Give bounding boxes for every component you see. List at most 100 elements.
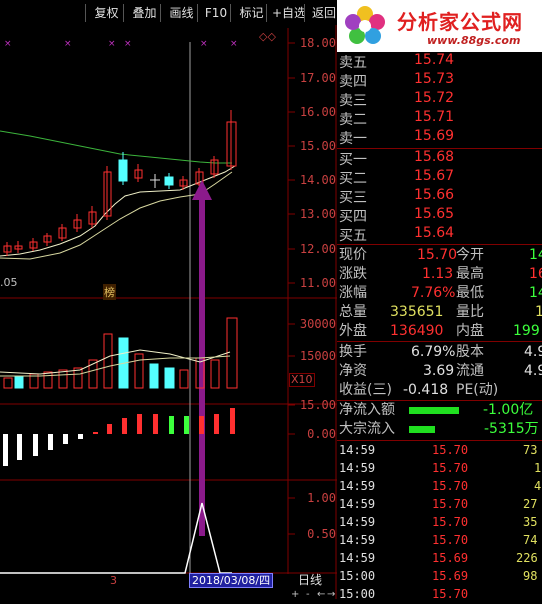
ma-green-line xyxy=(0,130,232,164)
stat-value: -0.418 xyxy=(403,382,449,398)
tick-row: 14:59 15.69 226 xyxy=(337,551,540,568)
tick-volume: 226 xyxy=(516,551,538,565)
svg-text:+: + xyxy=(291,589,299,599)
sell-price: 15.73 xyxy=(414,71,455,87)
draw-line-button[interactable]: 画线 xyxy=(160,4,202,22)
tick-price: 15.70 xyxy=(432,533,469,547)
svg-text:←: ← xyxy=(317,589,325,599)
scroll-controls[interactable]: + - ← → xyxy=(291,589,335,599)
tick-time: 14:59 xyxy=(339,515,376,529)
tick-row: 14:59 15.70 4 xyxy=(337,479,542,496)
toolbar: 复权 叠加 画线 F10 标记 +自选 返回 xyxy=(0,0,343,25)
sell-row-4: 卖四 15.73 xyxy=(337,71,540,90)
low-price-label: .05 xyxy=(0,276,18,289)
tick-price: 15.70 xyxy=(432,443,469,457)
stat-value: 7.76% xyxy=(411,285,456,301)
stat-label: PE(动) xyxy=(456,382,499,398)
ma-yellow-line xyxy=(0,171,233,260)
svg-text:×: × xyxy=(230,39,238,49)
price-label: 13.00 xyxy=(299,207,336,221)
buy-price: 15.68 xyxy=(414,149,455,165)
flow-value: -1.00亿 xyxy=(483,402,534,418)
price-label: 12.00 xyxy=(299,242,336,256)
flow-bar xyxy=(409,407,459,414)
price-label: 17.00 xyxy=(299,71,336,85)
buy-label: 买二 xyxy=(339,171,367,187)
tick-row: 15:00 15.70 xyxy=(337,587,540,604)
tick-price: 15.69 xyxy=(432,569,469,583)
tick-volume: 27 xyxy=(523,497,538,511)
tick-time: 14:59 xyxy=(339,497,376,511)
sell-row-2: 卖二 15.71 xyxy=(337,109,540,128)
stat-value: 136490 xyxy=(390,323,444,339)
fuquan-button[interactable]: 复权 xyxy=(85,4,127,22)
buy-label: 买四 xyxy=(339,209,367,225)
buy-price: 15.66 xyxy=(414,187,455,203)
stat-value: 4.9 xyxy=(524,363,542,379)
price-label: 14.00 xyxy=(299,173,336,187)
svg-text:×: × xyxy=(124,39,132,49)
buy-label: 买一 xyxy=(339,152,367,168)
tick-price: 15.69 xyxy=(432,551,469,565)
sell-row-1: 卖一 15.69 xyxy=(337,128,540,147)
buy-row-2: 买二 15.67 xyxy=(337,168,540,187)
stat-label: 今开 xyxy=(456,247,484,263)
stat-label: 净资 xyxy=(339,363,367,379)
f10-button[interactable]: F10 xyxy=(197,4,234,22)
stat-value: 14 xyxy=(529,247,542,263)
overlay-button[interactable]: 叠加 xyxy=(123,4,165,22)
cursor-date-label: 2018/03/08/四 xyxy=(189,573,274,588)
stat-value: 4.9 xyxy=(524,344,542,360)
buy-row-1: 买一 15.68 xyxy=(337,149,540,168)
tick-row: 14:59 15.70 35 xyxy=(337,515,540,532)
tick-time: 14:59 xyxy=(339,443,376,457)
logo-title: 分析家公式网 xyxy=(397,10,523,34)
stat-label: 涨幅 xyxy=(339,285,367,301)
buy-row-3: 买三 15.66 xyxy=(337,187,540,206)
price-ticks xyxy=(288,42,295,535)
stat-label: 内盘 xyxy=(456,323,484,339)
stat-label: 最低 xyxy=(456,285,484,301)
volume-axis-label: 15000 xyxy=(299,349,336,363)
sell-price: 15.74 xyxy=(414,52,455,68)
macd-axis-label: 15.00 xyxy=(299,398,336,412)
stat-label: 换手 xyxy=(339,344,367,360)
stat-value: 335651 xyxy=(390,304,444,320)
tick-row: 14:59 15.70 73 xyxy=(337,443,540,460)
kline-chart[interactable]: × × × × × × ◇◇ + - ← → xyxy=(0,25,337,599)
stat-label: 收益(三) xyxy=(339,382,392,398)
tick-volume: 98 xyxy=(523,569,538,583)
logo-url: www.88gs.com xyxy=(427,34,521,47)
price-label: 16.00 xyxy=(299,105,336,119)
buy-price: 15.65 xyxy=(414,206,455,222)
stat-label: 现价 xyxy=(339,247,367,263)
stat-label: 涨跌 xyxy=(339,266,367,282)
diamond-marker: ◇◇ xyxy=(259,30,276,43)
svg-text:-: - xyxy=(306,589,310,599)
stat-value: 6.79% xyxy=(411,344,456,360)
tick-price: 15.70 xyxy=(432,479,469,493)
stat-value: 15.70 xyxy=(417,247,458,263)
signal-markers: × × × × × × xyxy=(4,39,238,49)
sell-label: 卖三 xyxy=(339,93,367,109)
period-tab[interactable]: 日线 xyxy=(298,571,322,588)
sell-price: 15.71 xyxy=(414,109,455,125)
stat-label: 量比 xyxy=(456,304,484,320)
stats-divider xyxy=(337,244,542,245)
tick-volume: 74 xyxy=(523,533,538,547)
stat-label: 外盘 xyxy=(339,323,367,339)
buy-row-5: 买五 15.64 xyxy=(337,225,540,244)
tick-volume: 1 xyxy=(534,461,542,475)
stat-value: 3.69 xyxy=(423,363,455,379)
sell-price: 15.69 xyxy=(414,128,455,144)
tick-time: 14:59 xyxy=(339,461,376,475)
tick-price: 15.70 xyxy=(432,461,469,475)
bottom-left-label: 3 xyxy=(110,574,117,587)
stat-label: 流通 xyxy=(456,363,484,379)
svg-text:→: → xyxy=(327,589,335,599)
tick-volume: 4 xyxy=(534,479,542,493)
svg-text:×: × xyxy=(64,39,72,49)
ranking-badge: 榜 xyxy=(103,284,116,300)
volume-axis-label: 30000 xyxy=(299,317,336,331)
stat-label: 总量 xyxy=(339,304,367,320)
